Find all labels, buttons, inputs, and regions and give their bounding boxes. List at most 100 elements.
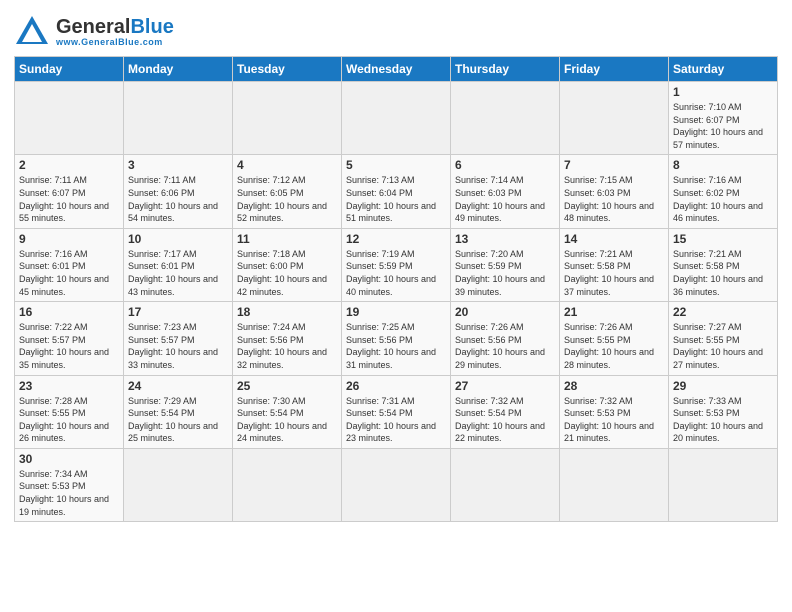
day-number: 4 xyxy=(237,158,337,172)
header: GeneralBlue www.GeneralBlue.com xyxy=(14,10,778,50)
calendar-cell: 4 Sunrise: 7:12 AM Sunset: 6:05 PM Daylig… xyxy=(233,155,342,228)
calendar-cell: 9 Sunrise: 7:16 AM Sunset: 6:01 PM Daylig… xyxy=(15,228,124,301)
calendar-cell: 24Sunrise: 7:29 AM Sunset: 5:54 PM Dayli… xyxy=(124,375,233,448)
day-number: 3 xyxy=(128,158,228,172)
calendar-cell xyxy=(669,448,778,521)
calendar-cell xyxy=(560,82,669,155)
day-info: Sunrise: 7:24 AM Sunset: 5:56 PM Dayligh… xyxy=(237,321,337,371)
calendar-cell: 6Sunrise: 7:14 AM Sunset: 6:03 PM Daylig… xyxy=(451,155,560,228)
day-info: Sunrise: 7:25 AM Sunset: 5:56 PM Dayligh… xyxy=(346,321,446,371)
calendar-cell: 13 Sunrise: 7:20 AM Sunset: 5:59 PM Dayli… xyxy=(451,228,560,301)
day-info: Sunrise: 7:21 AM Sunset: 5:58 PM Dayligh… xyxy=(564,248,664,298)
calendar: SundayMondayTuesdayWednesdayThursdayFrid… xyxy=(14,56,778,522)
day-number: 25 xyxy=(237,379,337,393)
day-number: 16 xyxy=(19,305,119,319)
calendar-cell: 14 Sunrise: 7:21 AM Sunset: 5:58 PM Dayli… xyxy=(560,228,669,301)
calendar-cell: 22Sunrise: 7:27 AM Sunset: 5:55 PM Dayli… xyxy=(669,302,778,375)
calendar-cell xyxy=(233,82,342,155)
day-number: 29 xyxy=(673,379,773,393)
calendar-cell: 19 Sunrise: 7:25 AM Sunset: 5:56 PM Dayli… xyxy=(342,302,451,375)
calendar-cell xyxy=(124,82,233,155)
day-info: Sunrise: 7:11 AM Sunset: 6:06 PM Dayligh… xyxy=(128,174,228,224)
day-info: Sunrise: 7:23 AM Sunset: 5:57 PM Dayligh… xyxy=(128,321,228,371)
day-info: Sunrise: 7:34 AM Sunset: 5:53 PM Dayligh… xyxy=(19,468,119,518)
day-info: Sunrise: 7:26 AM Sunset: 5:56 PM Dayligh… xyxy=(455,321,555,371)
calendar-cell: 20 Sunrise: 7:26 AM Sunset: 5:56 PM Dayli… xyxy=(451,302,560,375)
day-number: 11 xyxy=(237,232,337,246)
day-info: Sunrise: 7:21 AM Sunset: 5:58 PM Dayligh… xyxy=(673,248,773,298)
day-number: 20 xyxy=(455,305,555,319)
logo: GeneralBlue www.GeneralBlue.com xyxy=(14,14,174,50)
calendar-cell: 2 Sunrise: 7:11 AM Sunset: 6:07 PM Daylig… xyxy=(15,155,124,228)
day-number: 10 xyxy=(128,232,228,246)
weekday-header: Tuesday xyxy=(233,57,342,82)
day-number: 14 xyxy=(564,232,664,246)
calendar-cell: 1 Sunrise: 7:10 AM Sunset: 6:07 PM Daylig… xyxy=(669,82,778,155)
calendar-cell: 10 Sunrise: 7:17 AM Sunset: 6:01 PM Dayli… xyxy=(124,228,233,301)
weekday-header: Saturday xyxy=(669,57,778,82)
calendar-cell: 8 Sunrise: 7:16 AM Sunset: 6:02 PM Daylig… xyxy=(669,155,778,228)
calendar-cell xyxy=(451,82,560,155)
day-info: Sunrise: 7:32 AM Sunset: 5:53 PM Dayligh… xyxy=(564,395,664,445)
day-number: 18 xyxy=(237,305,337,319)
calendar-cell xyxy=(124,448,233,521)
page: GeneralBlue www.GeneralBlue.com SundayMo… xyxy=(0,0,792,612)
day-number: 23 xyxy=(19,379,119,393)
day-number: 13 xyxy=(455,232,555,246)
calendar-cell: 30 Sunrise: 7:34 AM Sunset: 5:53 PM Dayli… xyxy=(15,448,124,521)
day-number: 2 xyxy=(19,158,119,172)
day-info: Sunrise: 7:18 AM Sunset: 6:00 PM Dayligh… xyxy=(237,248,337,298)
day-number: 27 xyxy=(455,379,555,393)
weekday-header: Wednesday xyxy=(342,57,451,82)
day-info: Sunrise: 7:22 AM Sunset: 5:57 PM Dayligh… xyxy=(19,321,119,371)
day-info: Sunrise: 7:26 AM Sunset: 5:55 PM Dayligh… xyxy=(564,321,664,371)
day-info: Sunrise: 7:28 AM Sunset: 5:55 PM Dayligh… xyxy=(19,395,119,445)
weekday-header: Friday xyxy=(560,57,669,82)
calendar-cell xyxy=(342,82,451,155)
day-info: Sunrise: 7:27 AM Sunset: 5:55 PM Dayligh… xyxy=(673,321,773,371)
calendar-cell: 21Sunrise: 7:26 AM Sunset: 5:55 PM Dayli… xyxy=(560,302,669,375)
calendar-cell: 18 Sunrise: 7:24 AM Sunset: 5:56 PM Dayli… xyxy=(233,302,342,375)
weekday-header: Monday xyxy=(124,57,233,82)
calendar-cell: 28 Sunrise: 7:32 AM Sunset: 5:53 PM Dayli… xyxy=(560,375,669,448)
day-number: 9 xyxy=(19,232,119,246)
day-info: Sunrise: 7:13 AM Sunset: 6:04 PM Dayligh… xyxy=(346,174,446,224)
day-number: 1 xyxy=(673,85,773,99)
calendar-cell: 5 Sunrise: 7:13 AM Sunset: 6:04 PM Daylig… xyxy=(342,155,451,228)
day-info: Sunrise: 7:16 AM Sunset: 6:02 PM Dayligh… xyxy=(673,174,773,224)
day-info: Sunrise: 7:31 AM Sunset: 5:54 PM Dayligh… xyxy=(346,395,446,445)
day-number: 17 xyxy=(128,305,228,319)
day-number: 19 xyxy=(346,305,446,319)
day-info: Sunrise: 7:30 AM Sunset: 5:54 PM Dayligh… xyxy=(237,395,337,445)
day-info: Sunrise: 7:17 AM Sunset: 6:01 PM Dayligh… xyxy=(128,248,228,298)
day-info: Sunrise: 7:15 AM Sunset: 6:03 PM Dayligh… xyxy=(564,174,664,224)
day-info: Sunrise: 7:20 AM Sunset: 5:59 PM Dayligh… xyxy=(455,248,555,298)
calendar-cell: 16 Sunrise: 7:22 AM Sunset: 5:57 PM Dayli… xyxy=(15,302,124,375)
day-info: Sunrise: 7:11 AM Sunset: 6:07 PM Dayligh… xyxy=(19,174,119,224)
day-number: 15 xyxy=(673,232,773,246)
weekday-header: Sunday xyxy=(15,57,124,82)
calendar-cell: 7 Sunrise: 7:15 AM Sunset: 6:03 PM Daylig… xyxy=(560,155,669,228)
calendar-cell: 12Sunrise: 7:19 AM Sunset: 5:59 PM Dayli… xyxy=(342,228,451,301)
calendar-cell: 17 Sunrise: 7:23 AM Sunset: 5:57 PM Dayli… xyxy=(124,302,233,375)
day-number: 28 xyxy=(564,379,664,393)
day-number: 7 xyxy=(564,158,664,172)
day-info: Sunrise: 7:29 AM Sunset: 5:54 PM Dayligh… xyxy=(128,395,228,445)
calendar-cell xyxy=(233,448,342,521)
day-info: Sunrise: 7:16 AM Sunset: 6:01 PM Dayligh… xyxy=(19,248,119,298)
day-number: 30 xyxy=(19,452,119,466)
day-number: 5 xyxy=(346,158,446,172)
calendar-cell: 26 Sunrise: 7:31 AM Sunset: 5:54 PM Dayli… xyxy=(342,375,451,448)
calendar-cell: 25 Sunrise: 7:30 AM Sunset: 5:54 PM Dayli… xyxy=(233,375,342,448)
calendar-cell: 15 Sunrise: 7:21 AM Sunset: 5:58 PM Dayli… xyxy=(669,228,778,301)
calendar-cell: 29 Sunrise: 7:33 AM Sunset: 5:53 PM Dayli… xyxy=(669,375,778,448)
calendar-cell xyxy=(451,448,560,521)
calendar-cell xyxy=(15,82,124,155)
day-number: 26 xyxy=(346,379,446,393)
day-number: 8 xyxy=(673,158,773,172)
calendar-cell: 23 Sunrise: 7:28 AM Sunset: 5:55 PM Dayli… xyxy=(15,375,124,448)
day-info: Sunrise: 7:12 AM Sunset: 6:05 PM Dayligh… xyxy=(237,174,337,224)
day-info: Sunrise: 7:10 AM Sunset: 6:07 PM Dayligh… xyxy=(673,101,773,151)
day-info: Sunrise: 7:33 AM Sunset: 5:53 PM Dayligh… xyxy=(673,395,773,445)
day-number: 6 xyxy=(455,158,555,172)
